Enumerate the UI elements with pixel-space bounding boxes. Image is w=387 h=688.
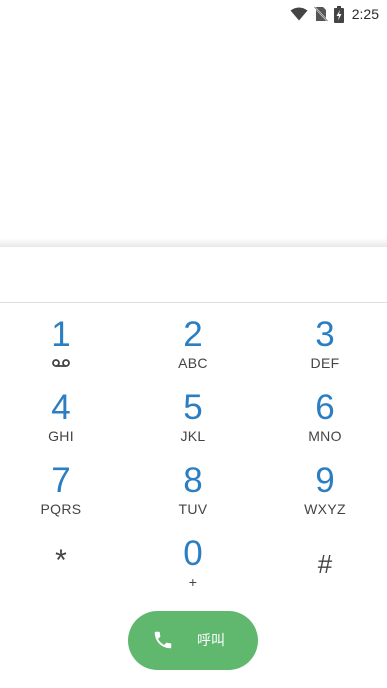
- key-letters: TUV: [178, 501, 208, 517]
- key-letters: GHI: [48, 428, 74, 444]
- key-digit: #: [317, 549, 333, 579]
- status-icons: 2:25: [290, 4, 379, 24]
- wifi-icon: [290, 7, 308, 21]
- key-digit: 3: [315, 315, 335, 354]
- call-button-label: 呼叫: [197, 633, 225, 649]
- dial-key-0[interactable]: 0 +: [138, 535, 248, 605]
- key-letters: ABC: [178, 355, 208, 371]
- key-letters: DEF: [310, 355, 340, 371]
- key-digit: 4: [51, 388, 71, 427]
- dial-key-star[interactable]: *: [6, 542, 116, 612]
- dial-key-6[interactable]: 6 MNO: [270, 389, 380, 459]
- dial-key-8[interactable]: 8 TUV: [138, 462, 248, 532]
- key-letters: PQRS: [40, 501, 82, 517]
- key-digit: 9: [315, 461, 335, 500]
- key-digit: 2: [183, 315, 203, 354]
- key-letters: MNO: [308, 428, 342, 444]
- dial-key-5[interactable]: 5 JKL: [138, 389, 248, 459]
- dial-key-9[interactable]: 9 WXYZ: [270, 462, 380, 532]
- key-letters: JKL: [180, 428, 206, 444]
- key-digit: 6: [315, 388, 335, 427]
- key-letters: +: [188, 574, 198, 590]
- phone-icon: [154, 631, 172, 649]
- call-button[interactable]: 呼叫: [128, 611, 258, 670]
- status-bar: 2:25: [0, 0, 387, 28]
- dial-key-3[interactable]: 3 DEF: [270, 316, 380, 386]
- key-digit: *: [55, 544, 67, 577]
- status-time: 2:25: [351, 6, 379, 22]
- dial-key-4[interactable]: 4 GHI: [6, 389, 116, 459]
- dial-key-hash[interactable]: #: [270, 545, 380, 615]
- key-letters: WXYZ: [304, 501, 346, 517]
- dialed-number-field[interactable]: [0, 247, 387, 303]
- dial-key-2[interactable]: 2 ABC: [138, 316, 248, 386]
- key-digit: 5: [183, 388, 203, 427]
- key-digit: 1: [51, 315, 71, 354]
- key-digit: 8: [183, 461, 203, 500]
- no-sim-icon: [313, 6, 328, 22]
- voicemail-icon: [52, 359, 70, 367]
- dial-key-1[interactable]: 1: [6, 316, 116, 386]
- battery-charging-icon: [333, 5, 344, 23]
- dial-key-7[interactable]: 7 PQRS: [6, 462, 116, 532]
- key-digit: 7: [51, 461, 71, 500]
- key-digit: 0: [183, 534, 203, 573]
- dialer-top-area: [0, 28, 387, 242]
